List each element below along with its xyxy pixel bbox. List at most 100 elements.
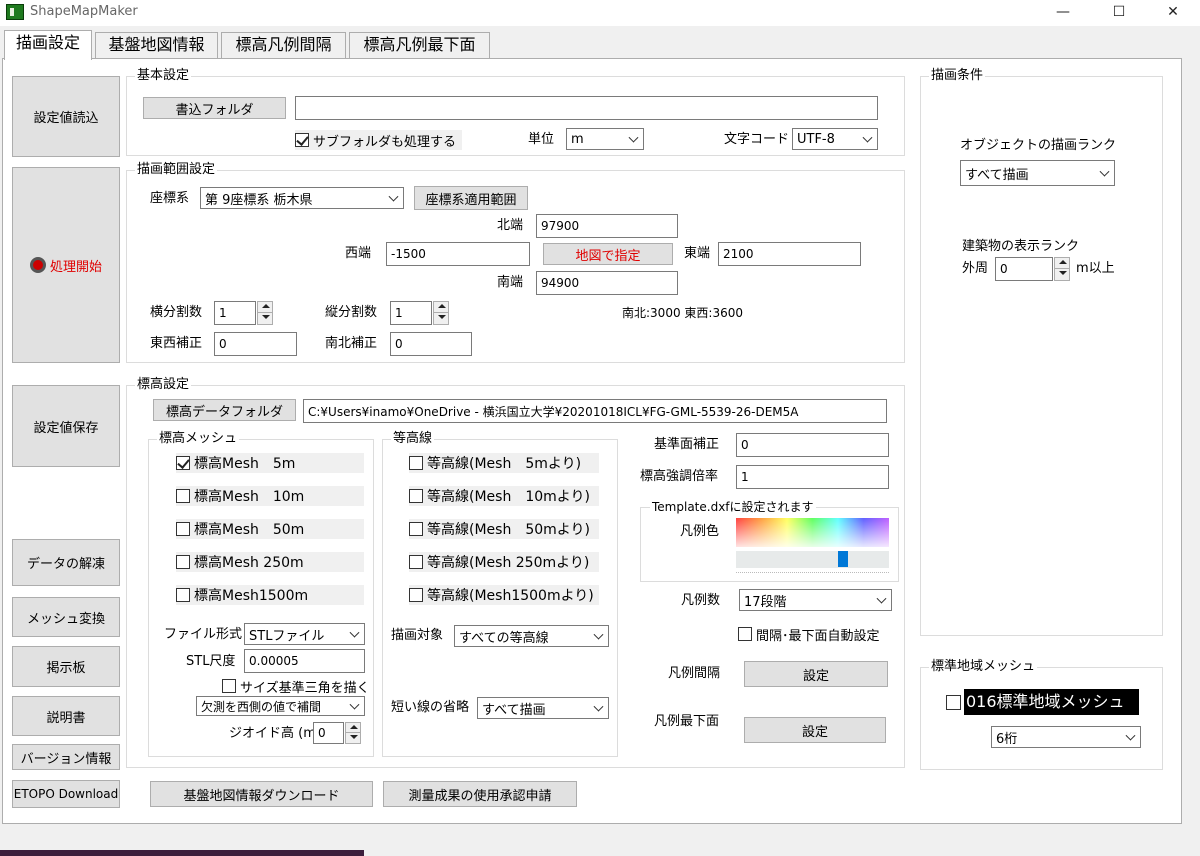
chevron-down-icon [593, 701, 604, 712]
legend-count-select[interactable]: 17段階 [739, 589, 892, 611]
ns-correction-field[interactable]: 0 [390, 332, 472, 356]
object-rank-select[interactable]: すべて描画 [960, 160, 1115, 186]
stl-scale-field[interactable]: 0.00005 [244, 649, 365, 673]
draw-target-select[interactable]: すべての等高線 [454, 625, 609, 647]
auto-setting-checkbox[interactable]: 間隔･最下面自動設定 [738, 625, 880, 644]
mesh-250m-label: 標高Mesh 250m [194, 555, 304, 571]
output-folder-button[interactable]: 書込フォルダ [143, 97, 286, 119]
contour-50m-check-icon [409, 522, 423, 536]
kiban-download-button[interactable]: 基盤地図情報ダウンロード [150, 781, 373, 807]
etopo-download-button[interactable]: ETOPO Download [12, 780, 120, 808]
unpack-data-button[interactable]: データの解凍 [12, 539, 120, 586]
crs-range-button[interactable]: 座標系適用範囲 [414, 186, 528, 210]
minimize-button[interactable]: — [1048, 2, 1078, 22]
chevron-down-icon [388, 191, 399, 202]
short-line-select[interactable]: すべて描画 [477, 697, 609, 719]
east-label: 東端 [684, 246, 711, 261]
size-triangle-checkbox[interactable]: サイズ基準三角を描く [222, 677, 370, 696]
encoding-select[interactable]: UTF-8 [792, 128, 878, 150]
contour-5m-checkbox[interactable]: 等高線(Mesh 5mより) [409, 453, 599, 473]
chevron-down-icon [628, 132, 639, 143]
exaggeration-field[interactable]: 1 [736, 465, 889, 489]
contour-50m-label: 等高線(Mesh 50mより) [427, 522, 590, 538]
legend-interval-button[interactable]: 設定 [744, 661, 888, 687]
mesh-1500m-check-icon [176, 588, 190, 602]
bulletin-board-button[interactable]: 掲示板 [12, 646, 120, 687]
slider-ticks [736, 572, 889, 576]
mesh-1500m-label: 標高Mesh1500m [194, 588, 309, 604]
geoid-label: ジオイド高 (m) [229, 726, 321, 741]
hsplit-spinner[interactable] [257, 301, 273, 325]
crs-select[interactable]: 第 9座標系 栃木県 [200, 187, 404, 209]
draw-range-title: 描画範囲設定 [135, 162, 218, 178]
slider-thumb[interactable] [838, 551, 848, 567]
mesh-convert-button[interactable]: メッシュ変換 [12, 597, 120, 637]
subfolder-label: サブフォルダも処理する [313, 134, 457, 150]
south-field[interactable]: 94900 [536, 271, 678, 295]
encoding-label: 文字コード [724, 132, 790, 147]
exaggeration-label: 標高強調倍率 [640, 469, 719, 484]
base-correction-field[interactable]: 0 [736, 433, 889, 457]
tab-drawing-settings[interactable]: 描画設定 [4, 30, 92, 60]
west-label: 西端 [345, 246, 372, 261]
output-folder-field[interactable] [295, 96, 878, 120]
save-settings-button[interactable]: 設定値保存 [12, 385, 120, 467]
ew-correction-field[interactable]: 0 [214, 332, 297, 356]
west-field[interactable]: -1500 [386, 242, 530, 266]
contour-1500m-check-icon [409, 588, 423, 602]
contour-250m-checkbox[interactable]: 等高線(Mesh 250mより) [409, 552, 599, 572]
mesh-digits-select[interactable]: 6桁 [991, 726, 1141, 748]
chevron-down-icon [349, 627, 360, 638]
version-info-button[interactable]: バージョン情報 [12, 744, 120, 770]
outer-field[interactable]: 0 [995, 257, 1053, 281]
base-correction-label: 基準面補正 [654, 437, 720, 452]
mesh-5m-checkbox[interactable]: 標高Mesh 5m [176, 453, 364, 473]
mesh-1500m-checkbox[interactable]: 標高Mesh1500m [176, 585, 364, 605]
outer-spinner[interactable] [1054, 257, 1070, 281]
file-format-select[interactable]: STLファイル [244, 623, 365, 645]
survey-request-button[interactable]: 測量成果の使用承認申請 [383, 781, 577, 807]
contour-1500m-checkbox[interactable]: 等高線(Mesh1500mより) [409, 585, 599, 605]
chevron-down-icon [876, 593, 887, 604]
tab-base-map-info[interactable]: 基盤地図情報 [95, 32, 218, 58]
elevation-folder-field[interactable]: C:¥Users¥inamo¥OneDrive - 横浜国立大学¥2020101… [303, 399, 887, 423]
standard-mesh-title: 標準地域メッシュ [929, 659, 1038, 675]
mesh-10m-checkbox[interactable]: 標高Mesh 10m [176, 486, 364, 506]
tab-legend-interval[interactable]: 標高凡例間隔 [221, 32, 346, 58]
north-field[interactable]: 97900 [536, 214, 678, 238]
file-format-value: STLファイル [249, 628, 325, 644]
title-bar [0, 0, 1200, 26]
tab-legend-bottom[interactable]: 標高凡例最下面 [349, 32, 490, 58]
object-rank-value: すべて描画 [965, 167, 1029, 183]
legend-bottom-button[interactable]: 設定 [744, 717, 886, 743]
load-settings-button[interactable]: 設定値読込 [12, 76, 120, 157]
encoding-value: UTF-8 [797, 131, 835, 147]
mesh-250m-check-icon [176, 555, 190, 569]
draw-target-value: すべての等高線 [459, 630, 549, 646]
legend-color-label: 凡例色 [680, 524, 720, 539]
contour-50m-checkbox[interactable]: 等高線(Mesh 50mより) [409, 519, 599, 539]
legend-color-slider[interactable] [736, 551, 889, 568]
record-icon [29, 257, 46, 273]
unit-select[interactable]: m [566, 128, 644, 150]
elevation-folder-button[interactable]: 標高データフォルダ [153, 399, 296, 421]
vsplit-spinner[interactable] [433, 301, 449, 325]
mesh-250m-checkbox[interactable]: 標高Mesh 250m [176, 552, 364, 572]
standard-mesh-checkbox[interactable]: 016標準地域メッシュ [946, 689, 1139, 715]
east-field[interactable]: 2100 [718, 242, 861, 266]
north-label: 北端 [497, 218, 524, 233]
manual-button[interactable]: 説明書 [12, 696, 120, 736]
maximize-button[interactable]: ☐ [1104, 2, 1134, 22]
vsplit-field[interactable]: 1 [390, 301, 432, 325]
start-processing-button[interactable]: 処理開始 [12, 167, 120, 363]
subfolder-checkbox[interactable]: サブフォルダも処理する [295, 130, 463, 150]
geoid-spinner[interactable] [345, 722, 361, 744]
hsplit-field[interactable]: 1 [214, 301, 256, 325]
map-select-button[interactable]: 地図で指定 [543, 243, 673, 265]
ns-correction-label: 南北補正 [325, 336, 378, 351]
close-button[interactable]: ✕ [1158, 2, 1188, 22]
mesh-50m-checkbox[interactable]: 標高Mesh 50m [176, 519, 364, 539]
contour-10m-checkbox[interactable]: 等高線(Mesh 10mより) [409, 486, 599, 506]
geoid-field[interactable]: 0 [313, 722, 344, 744]
missing-value-select[interactable]: 欠測を西側の値で補間 [196, 696, 365, 716]
